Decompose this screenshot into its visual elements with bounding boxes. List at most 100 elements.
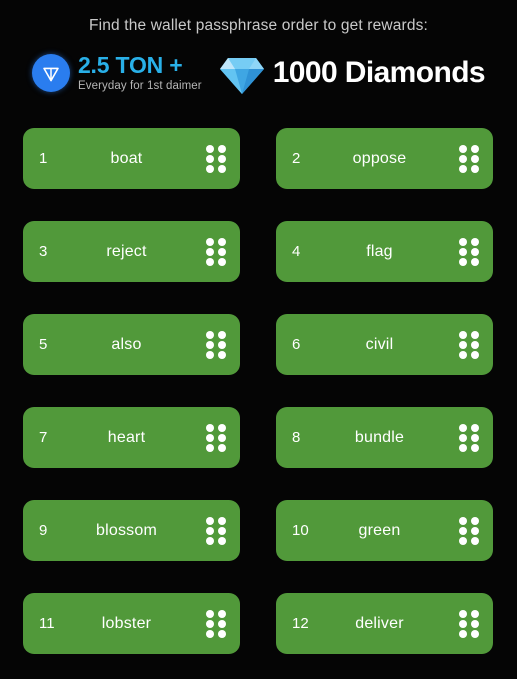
rewards-promo-row: 2.5 TON + Everyday for 1st daimer 1000 D…: [0, 44, 517, 102]
drag-handle-dot: [206, 350, 214, 359]
word-card[interactable]: 9 blossom: [23, 500, 240, 561]
drag-handle-dot: [459, 433, 467, 442]
word-card-index: 10: [292, 521, 309, 539]
drag-handle-dot: [218, 330, 226, 339]
diamond-amount-label: 1000 Diamonds: [272, 56, 486, 89]
word-card-label: blossom: [96, 521, 157, 539]
word-card[interactable]: 2 oppose: [276, 128, 493, 189]
word-card[interactable]: 8 bundle: [276, 407, 493, 468]
drag-handle-dot: [459, 629, 467, 638]
drag-handle-dot: [471, 144, 479, 153]
word-card-label: bundle: [354, 428, 405, 446]
drag-handle-dot: [459, 340, 467, 349]
word-card-index: 1: [39, 149, 48, 167]
drag-handle-dot: [206, 619, 214, 628]
drag-handle-icon[interactable]: [459, 609, 479, 638]
header: Find the wallet passphrase order to get …: [0, 0, 517, 102]
drag-handle-dot: [459, 423, 467, 432]
drag-handle-icon[interactable]: [459, 516, 479, 545]
drag-handle-dot: [206, 144, 214, 153]
word-card[interactable]: 7 heart: [23, 407, 240, 468]
drag-handle-dot: [459, 350, 467, 359]
drag-handle-dot: [206, 526, 214, 535]
word-card[interactable]: 3 reject: [23, 221, 240, 282]
word-card[interactable]: 1 boat: [23, 128, 240, 189]
word-card[interactable]: 12 deliver: [276, 593, 493, 654]
drag-handle-dot: [218, 423, 226, 432]
drag-handle-dot: [218, 144, 226, 153]
drag-handle-dot: [206, 257, 214, 266]
drag-handle-dot: [459, 144, 467, 153]
ton-reward-block: 2.5 TON + Everyday for 1st daimer: [31, 53, 202, 94]
drag-handle-dot: [459, 247, 467, 256]
drag-handle-dot: [471, 237, 479, 246]
drag-handle-dot: [218, 164, 226, 173]
drag-handle-icon[interactable]: [459, 330, 479, 359]
drag-handle-icon[interactable]: [206, 144, 226, 173]
word-card-label: flag: [366, 242, 393, 260]
ton-logo-icon: [31, 54, 70, 92]
drag-handle-dot: [471, 340, 479, 349]
word-card-index: 2: [292, 149, 301, 167]
word-card-index: 6: [292, 335, 301, 353]
drag-handle-icon[interactable]: [459, 423, 479, 452]
drag-handle-dot: [471, 154, 479, 163]
drag-handle-dot: [471, 526, 479, 535]
drag-handle-dot: [218, 350, 226, 359]
page-title: Find the wallet passphrase order to get …: [89, 17, 428, 34]
word-card-index: 5: [39, 335, 48, 353]
drag-handle-dot: [459, 516, 467, 525]
drag-handle-dot: [206, 247, 214, 256]
drag-handle-dot: [471, 536, 479, 545]
drag-handle-dot: [471, 257, 479, 266]
drag-handle-dot: [459, 257, 467, 266]
word-card-label: also: [111, 335, 142, 353]
word-card-label: civil: [365, 335, 394, 353]
ton-subtitle-label: Everyday for 1st daimer: [77, 79, 202, 92]
drag-handle-dot: [206, 516, 214, 525]
drag-handle-dot: [218, 609, 226, 618]
word-card-index: 11: [39, 614, 55, 632]
drag-handle-dot: [206, 423, 214, 432]
drag-handle-dot: [471, 423, 479, 432]
drag-handle-dot: [206, 237, 214, 246]
drag-handle-dot: [206, 443, 214, 452]
word-card-label: boat: [110, 149, 143, 167]
drag-handle-dot: [459, 330, 467, 339]
drag-handle-dot: [206, 433, 214, 442]
drag-handle-icon[interactable]: [459, 144, 479, 173]
diamond-reward-block: 1000 Diamonds: [218, 50, 486, 96]
drag-handle-icon[interactable]: [459, 237, 479, 266]
drag-handle-dot: [459, 609, 467, 618]
drag-handle-dot: [206, 164, 214, 173]
passphrase-word-grid: 1 boat 2 oppose 3 reject 4 flag 5 also 6 civil 7 hear…: [23, 128, 493, 654]
drag-handle-dot: [459, 536, 467, 545]
drag-handle-icon[interactable]: [206, 330, 226, 359]
drag-handle-icon[interactable]: [206, 423, 226, 452]
word-card-index: 4: [292, 242, 301, 260]
drag-handle-icon[interactable]: [206, 237, 226, 266]
drag-handle-dot: [218, 526, 226, 535]
word-card-label: deliver: [355, 614, 404, 632]
passphrase-order-screen: Find the wallet passphrase order to get …: [0, 0, 517, 679]
word-card[interactable]: 4 flag: [276, 221, 493, 282]
ton-reward-text: 2.5 TON + Everyday for 1st daimer: [78, 53, 202, 94]
word-card-index: 9: [39, 521, 48, 539]
word-card-label: reject: [106, 242, 147, 260]
drag-handle-dot: [471, 330, 479, 339]
word-card[interactable]: 11 lobster: [23, 593, 240, 654]
diamond-gem-icon: [218, 50, 266, 96]
drag-handle-dot: [206, 536, 214, 545]
word-card[interactable]: 10 green: [276, 500, 493, 561]
drag-handle-dot: [218, 237, 226, 246]
word-card[interactable]: 5 also: [23, 314, 240, 375]
word-card[interactable]: 6 civil: [276, 314, 493, 375]
drag-handle-dot: [218, 536, 226, 545]
drag-handle-dot: [459, 154, 467, 163]
drag-handle-dot: [218, 257, 226, 266]
drag-handle-dot: [471, 516, 479, 525]
drag-handle-dot: [471, 164, 479, 173]
drag-handle-icon[interactable]: [206, 609, 226, 638]
drag-handle-icon[interactable]: [206, 516, 226, 545]
word-card-label: oppose: [352, 149, 407, 167]
